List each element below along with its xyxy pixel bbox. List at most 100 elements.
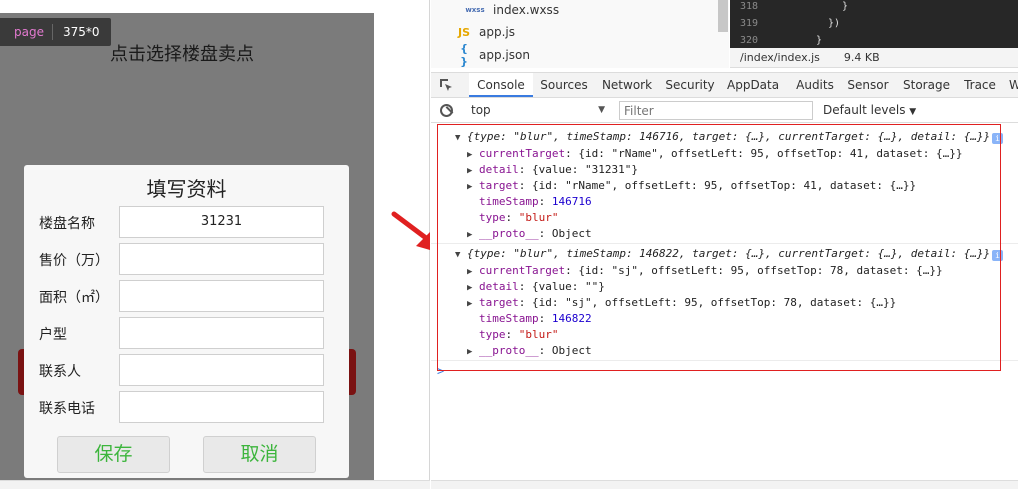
tab-audits[interactable]: Audits [793,73,837,97]
form-row-phone: 联系电话 [24,391,349,423]
tab-storage[interactable]: Storage [903,73,950,97]
file-item[interactable]: JS app.js [457,22,515,42]
expand-triangle-icon[interactable]: ▶ [467,280,479,296]
line-number: 319 [740,18,759,29]
prop-name: timeStamp [479,312,539,325]
gutter-bottom-bar [374,480,430,489]
field-label: 楼盘名称 [39,216,95,232]
context-select[interactable]: top ▼ [471,99,605,122]
prop-value: {value: ""} [532,280,605,293]
price-input[interactable] [119,243,324,275]
panel-gutter [374,0,430,489]
property-row[interactable]: ▶ target: {id: "rName", offsetLeft: 95, o… [467,178,916,194]
phone-input[interactable] [119,391,324,423]
collapse-triangle-icon[interactable]: ▼ [455,130,467,146]
property-row[interactable]: ▶ target: {id: "sj", offsetLeft: 95, offs… [467,295,896,311]
file-item[interactable]: { } app.json [457,42,530,68]
property-row[interactable]: ▶ __proto__: Object [467,226,592,242]
tab-security[interactable]: Security [662,73,718,97]
code-editor[interactable]: 318 } 319 }) 320 } [730,0,1018,48]
expand-triangle-icon[interactable]: ▶ [467,227,479,243]
area-input[interactable] [119,280,324,312]
file-name: index.wxss [493,3,560,17]
prop-value: {id: "rName", offsetLeft: 95, offsetTop:… [578,147,963,160]
form-row-area: 面积（㎡） [24,280,349,312]
file-path: /index/index.js [740,51,820,64]
log-entry-summary[interactable]: ▼ {type: "blur", timeStamp: 146822, targe… [455,246,990,262]
prop-name: currentTarget [479,147,566,160]
json-file-icon: { } [460,42,468,68]
expand-triangle-icon[interactable]: ▶ [467,264,479,280]
field-label: 户型 [39,327,67,343]
inspect-element-icon[interactable] [439,78,453,92]
form-row-price: 售价（万） [24,243,349,275]
form-row-contact: 联系人 [24,354,349,386]
save-button[interactable]: 保存 [57,436,170,473]
prop-name: target [479,179,519,192]
log-levels-select[interactable]: Default levels ▼ [823,99,916,124]
property-row[interactable]: ▶ currentTarget: {id: "sj", offsetLeft: 9… [467,263,943,279]
code-line: } [816,35,823,46]
tab-appdata[interactable]: AppData [727,73,779,97]
tab-overflow[interactable]: W [1009,73,1018,97]
property-row[interactable]: ▶ currentTarget: {id: "rName", offsetLeft… [467,146,962,162]
prop-value: {value: "31231"} [532,163,638,176]
prop-name: type [479,328,506,341]
property-row: timeStamp: 146822 [479,312,592,325]
prop-name: detail [479,163,519,176]
devtools-tab-bar: Console Sources Network Security AppData… [431,72,1018,98]
page-title[interactable]: 点击选择楼盘卖点 [110,40,254,66]
prop-value: 146822 [551,312,592,325]
context-value: top [471,103,491,117]
tab-sensor[interactable]: Sensor [847,73,889,97]
prop-value: Object [551,227,592,240]
dialog-title: 填写资料 [146,177,227,201]
prop-value: "blur" [518,328,559,341]
page-tag-value: 375*0 [62,25,100,39]
prop-value: {id: "sj", offsetLeft: 95, offsetTop: 78… [532,296,897,309]
property-row: type: "blur" [479,211,559,224]
property-row[interactable]: ▶ detail: {value: ""} [467,279,605,295]
log-entry-summary[interactable]: ▼ {type: "blur", timeStamp: 146716, targe… [455,129,990,145]
file-size: 9.4 KB [843,51,880,64]
tab-trace[interactable]: Trace [962,73,998,97]
clear-console-icon[interactable] [440,104,453,117]
prop-name: type [479,211,506,224]
expand-triangle-icon[interactable]: ▶ [467,296,479,312]
property-row[interactable]: ▶ __proto__: Object [467,343,592,359]
simulator-top-strip [0,0,374,13]
tab-console[interactable]: Console [469,73,533,97]
js-file-icon: JS [457,25,470,39]
file-name: app.js [479,25,515,39]
building-name-input[interactable]: 31231 [119,206,324,238]
tab-network[interactable]: Network [597,73,657,97]
file-tree-scrollbar[interactable] [718,0,728,32]
entry-divider [431,243,1018,244]
entry-divider [431,360,1018,361]
prop-name: currentTarget [479,264,566,277]
expand-triangle-icon[interactable]: ▶ [467,344,479,360]
file-item[interactable]: wxss index.wxss [465,0,559,20]
page-tag-key: page [0,24,53,40]
layout-input[interactable] [119,317,324,349]
expand-triangle-icon[interactable]: ▶ [467,163,479,179]
tab-sources[interactable]: Sources [535,73,593,97]
cancel-button[interactable]: 取消 [203,436,316,473]
info-icon: i [992,250,1003,261]
expand-triangle-icon[interactable]: ▶ [467,147,479,163]
contact-input[interactable] [119,354,324,386]
devtools-bottom-bar [431,480,1018,489]
prop-value: {id: "rName", offsetLeft: 95, offsetTop:… [532,179,917,192]
console-prompt[interactable]: > [437,364,444,378]
info-icon: i [992,133,1003,144]
property-row[interactable]: ▶ detail: {value: "31231"} [467,162,638,178]
form-row-layout: 户型 [24,317,349,349]
line-number: 320 [740,35,759,46]
property-row: timeStamp: 146716 [479,195,592,208]
prop-name: __proto__ [479,344,539,357]
simulator-bottom-bar [0,480,374,489]
expand-triangle-icon[interactable]: ▶ [467,179,479,195]
form-row-name: 楼盘名称 31231 [24,206,349,238]
collapse-triangle-icon[interactable]: ▼ [455,247,467,263]
filter-input[interactable] [619,101,813,120]
